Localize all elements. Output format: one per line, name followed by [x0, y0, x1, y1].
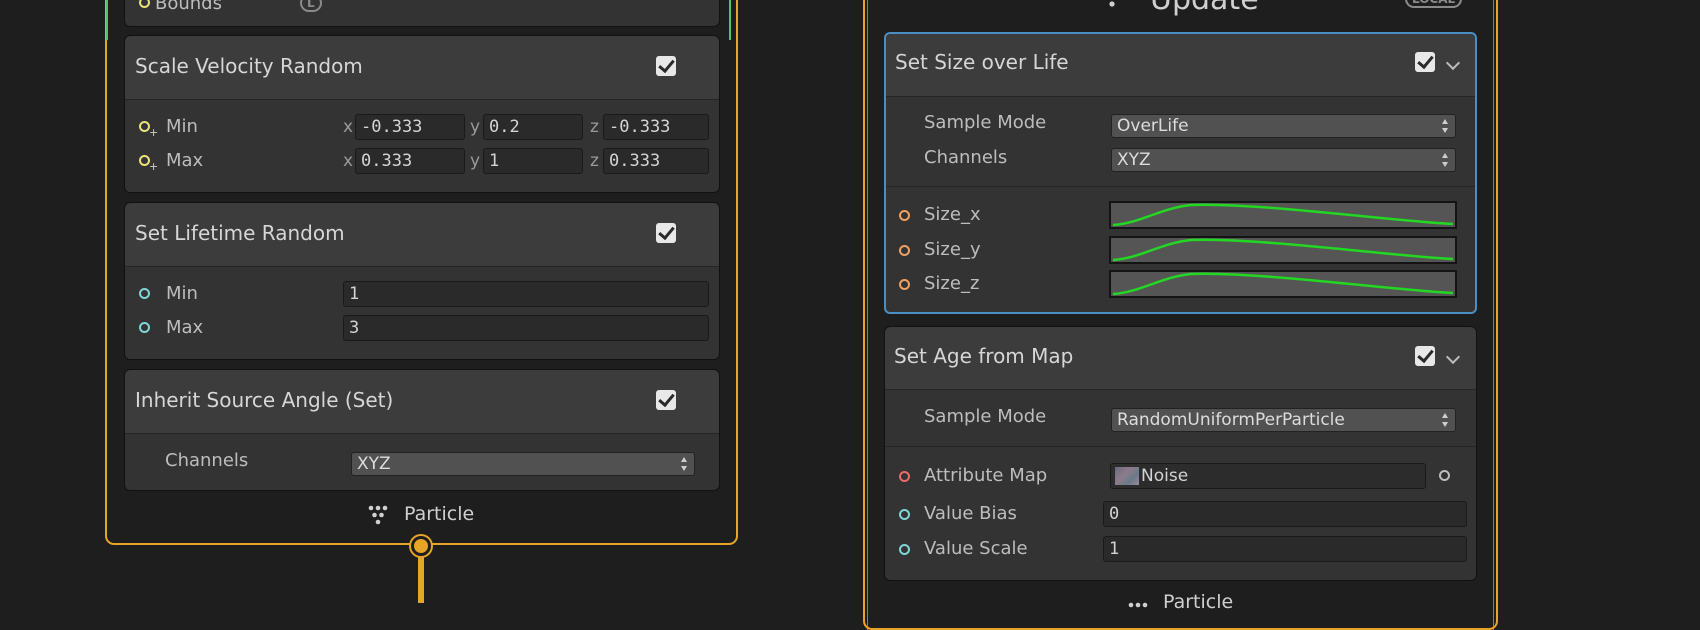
size-x-label: Size_x: [924, 204, 981, 225]
partial-bounds-block: Bounds L: [124, 0, 720, 27]
size-curve-line: [1112, 203, 1454, 227]
max-label: Max: [166, 317, 204, 338]
update-context-icon: [1103, 0, 1121, 13]
z-axis-label: z: [590, 151, 599, 171]
block-title: Set Lifetime Random: [135, 221, 345, 245]
update-space-badge[interactable]: LOCAL: [1405, 0, 1463, 8]
bounds-port[interactable]: [139, 0, 150, 8]
block-enabled-checkbox[interactable]: [656, 56, 676, 76]
size-curve-line: [1112, 238, 1454, 262]
channels-value: XYZ: [357, 454, 391, 474]
section-divider: [885, 446, 1476, 447]
dropdown-arrows-icon: [1442, 413, 1448, 427]
block-title: Set Size over Life: [895, 50, 1069, 74]
sample-mode-dropdown[interactable]: RandomUniformPerParticle: [1111, 408, 1456, 432]
left-footer-label: Particle: [404, 503, 475, 525]
value-scale-label: Value Scale: [924, 538, 1028, 559]
attribute-map-label: Attribute Map: [924, 465, 1048, 486]
block-enabled-checkbox[interactable]: [656, 390, 676, 410]
max-x-field[interactable]: 0.333: [355, 148, 465, 174]
sample-mode-label: Sample Mode: [924, 112, 1047, 133]
x-axis-label: x: [343, 117, 354, 137]
min-label: Min: [166, 116, 198, 137]
inherit-source-angle-block[interactable]: Inherit Source Angle (Set) Channels XYZ: [124, 369, 720, 491]
collapse-chevron-icon[interactable]: [1445, 349, 1461, 365]
particle-output-icon: [368, 505, 392, 529]
scale-velocity-random-block[interactable]: Scale Velocity Random + Min x -0.333 y 0…: [124, 35, 720, 193]
block-title: Scale Velocity Random: [135, 54, 363, 78]
attribute-map-port[interactable]: [899, 471, 910, 482]
max-y-field[interactable]: 1: [483, 148, 583, 174]
block-title: Inherit Source Angle (Set): [135, 388, 394, 412]
attribute-map-value: Noise: [1141, 466, 1189, 486]
size-z-label: Size_z: [924, 273, 980, 294]
min-port[interactable]: [139, 288, 150, 299]
min-z-field[interactable]: -0.333: [603, 114, 709, 140]
block-title: Set Age from Map: [894, 344, 1074, 368]
value-bias-label: Value Bias: [924, 503, 1017, 524]
value-bias-port[interactable]: [899, 509, 910, 520]
block-enabled-checkbox[interactable]: [1415, 52, 1435, 72]
lifetime-max-field[interactable]: 3: [343, 315, 709, 341]
y-axis-label: y: [470, 117, 481, 137]
size-z-curve-field[interactable]: [1109, 270, 1457, 298]
set-size-over-life-block[interactable]: Set Size over Life Sample Mode OverLife …: [884, 32, 1477, 314]
size-z-port[interactable]: [899, 279, 910, 290]
flow-output-port[interactable]: [411, 536, 431, 556]
dropdown-arrows-icon: [1442, 119, 1448, 133]
size-x-port[interactable]: [899, 210, 910, 221]
dropdown-arrows-icon: [1442, 153, 1448, 167]
set-age-from-map-block[interactable]: Set Age from Map Sample Mode RandomUnifo…: [884, 326, 1477, 581]
channels-label: Channels: [165, 450, 249, 471]
bounds-label: Bounds: [155, 0, 222, 14]
set-lifetime-random-block[interactable]: Set Lifetime Random Min 1 Max 3: [124, 202, 720, 360]
lifetime-min-field[interactable]: 1: [343, 281, 709, 307]
size-y-port[interactable]: [899, 245, 910, 256]
block-header[interactable]: Inherit Source Angle (Set): [125, 370, 719, 434]
expand-plus-icon[interactable]: +: [149, 126, 158, 139]
value-scale-port[interactable]: [899, 544, 910, 555]
block-header[interactable]: Set Size over Life: [886, 34, 1475, 97]
sample-mode-dropdown[interactable]: OverLife: [1111, 114, 1456, 138]
collapse-chevron-icon[interactable]: [1445, 55, 1461, 71]
block-header[interactable]: Set Age from Map: [885, 327, 1476, 390]
value-scale-field[interactable]: 1: [1103, 536, 1467, 562]
particle-output-icon: [1128, 595, 1152, 614]
max-label: Max: [166, 150, 204, 171]
max-z-field[interactable]: 0.333: [603, 148, 709, 174]
value-bias-field[interactable]: 0: [1103, 501, 1467, 527]
expand-plus-icon[interactable]: +: [149, 160, 158, 173]
sample-mode-value: OverLife: [1117, 116, 1189, 136]
x-axis-label: x: [343, 151, 354, 171]
channels-dropdown[interactable]: XYZ: [1111, 148, 1456, 172]
object-picker-icon[interactable]: [1439, 470, 1450, 481]
bounds-space-badge[interactable]: L: [300, 0, 322, 12]
block-enabled-checkbox[interactable]: [656, 223, 676, 243]
attribute-map-object-field[interactable]: Noise: [1110, 463, 1426, 489]
channels-value: XYZ: [1117, 150, 1151, 170]
max-port[interactable]: [139, 322, 150, 333]
block-header[interactable]: Set Lifetime Random: [125, 203, 719, 267]
size-x-curve-field[interactable]: [1109, 201, 1457, 229]
channels-label: Channels: [924, 147, 1008, 168]
block-header[interactable]: Scale Velocity Random: [125, 36, 719, 100]
noise-texture-thumbnail: [1115, 467, 1139, 485]
size-y-curve-field[interactable]: [1109, 236, 1457, 264]
size-curve-line: [1112, 272, 1454, 296]
sample-mode-label: Sample Mode: [924, 406, 1047, 427]
min-x-field[interactable]: -0.333: [355, 114, 465, 140]
update-context-title: Update: [1150, 0, 1259, 17]
dropdown-arrows-icon: [681, 457, 687, 471]
block-enabled-checkbox[interactable]: [1415, 346, 1435, 366]
size-y-label: Size_y: [924, 239, 981, 260]
min-y-field[interactable]: 0.2: [483, 114, 583, 140]
right-footer-label: Particle: [1163, 591, 1234, 613]
z-axis-label: z: [590, 117, 599, 137]
flow-edge-line: [418, 556, 424, 603]
sample-mode-value: RandomUniformPerParticle: [1117, 410, 1345, 430]
min-label: Min: [166, 283, 198, 304]
channels-dropdown[interactable]: XYZ: [351, 452, 695, 476]
section-divider: [886, 186, 1475, 187]
y-axis-label: y: [470, 151, 481, 171]
